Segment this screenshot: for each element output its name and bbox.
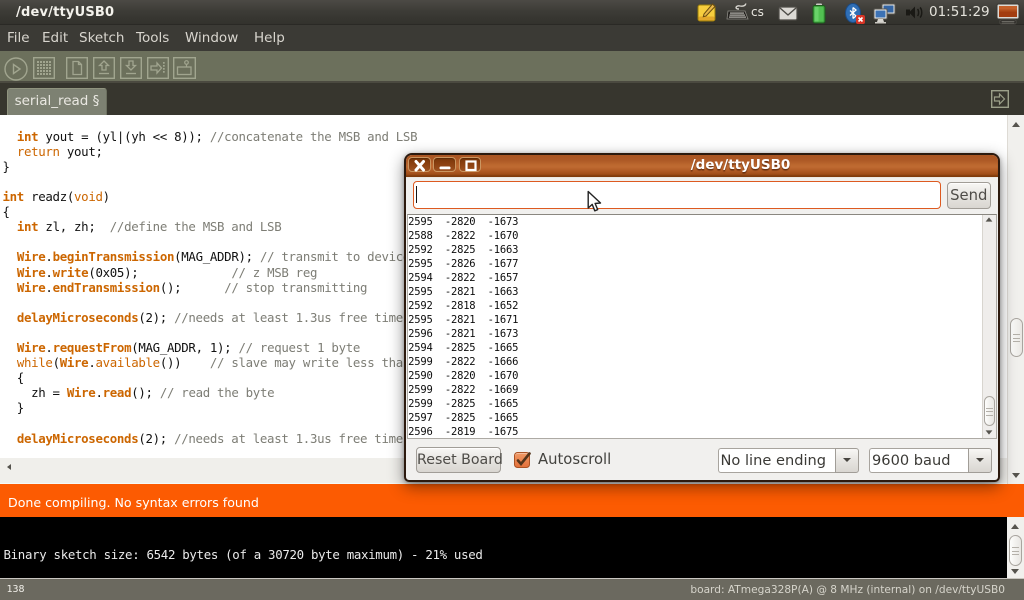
send-button[interactable]: Send [947,182,992,209]
serial-monitor-button[interactable] [173,57,196,79]
menu-tools[interactable]: Tools [136,30,169,46]
baud-dropdown-button[interactable] [968,448,992,474]
editor-vertical-scrollbar[interactable] [1007,115,1024,484]
menu-sketch[interactable]: Sketch [79,30,124,46]
grip-line [986,408,993,409]
serial-scrollbar-thumb[interactable] [984,396,995,426]
open-button[interactable] [93,57,115,79]
new-sketch-button[interactable] [66,57,88,79]
grip-line [1012,551,1019,552]
grip-line [1012,547,1019,548]
save-button[interactable] [120,57,142,79]
scroll-down-icon[interactable] [1011,569,1019,574]
stop-button[interactable] [33,57,55,79]
menu-edit[interactable]: Edit [42,30,68,46]
serial-monitor-window: /dev/ttyUSB0 Send 2595 -2820 -1673 2588 … [404,153,1000,482]
maximize-button[interactable] [459,157,482,173]
upload-button[interactable] [147,57,169,79]
line-ending-dropdown-button[interactable] [835,448,859,474]
compile-status-bar: Done compiling. No syntax errors found [0,484,1024,517]
serial-input-field[interactable] [413,181,941,209]
editor-scrollbar-thumb[interactable] [1010,318,1023,357]
volume-icon[interactable] [905,3,923,22]
grip-line [1013,341,1020,342]
keyboard-layout-label[interactable]: cs [751,5,764,19]
grip-line [1013,338,1020,339]
scroll-up-icon[interactable] [986,217,993,221]
clock[interactable]: 01:51:29 [929,4,990,20]
serial-output-area[interactable]: 2595 -2820 -1673 2588 -2822 -1670 2592 -… [407,214,997,440]
serial-scrollbar[interactable] [982,215,996,439]
console-vertical-scrollbar[interactable] [1007,517,1024,578]
baud-rate-select[interactable]: 9600 baud [869,448,969,474]
network-icon[interactable] [873,3,897,24]
serial-monitor-titlebar[interactable]: /dev/ttyUSB0 [406,155,998,178]
grip-line [1012,554,1019,555]
menu-help[interactable]: Help [254,30,285,46]
console-text: Binary sketch size: 6542 bytes (of a 307… [4,547,483,562]
serial-output-text: 2595 -2820 -1673 2588 -2822 -1670 2592 -… [408,215,518,439]
scroll-left-icon[interactable] [7,464,11,470]
grip-line [986,411,993,412]
grip-line [986,415,993,416]
top-panel: /dev/ttyUSB0 cs [0,0,1024,25]
mouse-cursor [586,190,603,213]
scroll-down-icon[interactable] [1012,473,1020,478]
console: Binary sketch size: 6542 bytes (of a 307… [0,517,1024,578]
scroll-up-icon[interactable] [1012,122,1020,127]
line-ending-select[interactable]: No line ending [718,448,836,474]
note-icon[interactable] [697,3,718,23]
chevron-down-icon [843,458,851,462]
battery-icon[interactable] [810,3,828,24]
close-button[interactable] [408,157,431,173]
check-icon [514,449,534,469]
statusbar: 138 board: ATmega328P(A) @ 8 MHz (intern… [0,578,1024,600]
display-icon[interactable] [996,3,1020,25]
keyboard-layout-icon[interactable] [726,3,750,23]
compile-status-text: Done compiling. No syntax errors found [8,495,259,510]
verify-button[interactable] [4,57,28,81]
serial-monitor-title: /dev/ttyUSB0 [484,157,998,173]
toolbar [0,51,1024,81]
chevron-down-icon [976,458,984,462]
console-scrollbar-thumb[interactable] [1009,535,1022,566]
menu-window[interactable]: Window [185,30,238,46]
statusbar-board-info: board: ATmega328P(A) @ 8 MHz (internal) … [690,584,1005,596]
tab-serial-read[interactable]: serial_read § [7,88,107,115]
scroll-up-icon[interactable] [1011,524,1019,529]
screen: /dev/ttyUSB0 cs [0,0,1024,600]
bluetooth-icon[interactable] [844,3,866,24]
minimize-button[interactable] [433,157,456,173]
tabbar: serial_read § [0,81,1024,115]
grip-line [1013,334,1020,335]
mail-icon[interactable] [778,3,798,23]
tab-menu-button[interactable] [991,90,1009,108]
scroll-down-icon[interactable] [986,430,993,434]
autoscroll-checkbox[interactable] [514,452,530,468]
autoscroll-label[interactable]: Autoscroll [538,451,611,468]
window-title: /dev/ttyUSB0 [16,5,114,20]
menu-file[interactable]: File [7,30,30,46]
statusbar-line-number: 138 [7,584,25,595]
menubar: File Edit Sketch Tools Window Help [0,25,1024,51]
text-caret [416,186,417,203]
reset-board-button[interactable]: Reset Board [416,447,501,473]
